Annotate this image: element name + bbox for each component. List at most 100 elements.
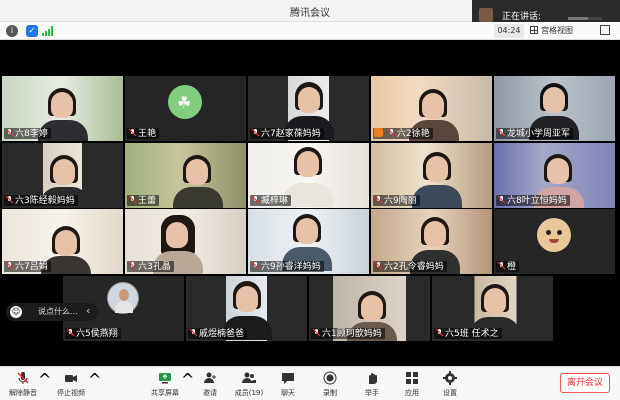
- mic-muted-icon: [128, 128, 137, 137]
- video-grid: 六8李婷 ☘ 王艳 六7赵家葆妈妈 六2徐艳 龙城小学周亚军 六3陈经毅妈妈 王…: [0, 40, 620, 366]
- participant-name: 六9陶丽: [373, 195, 420, 206]
- emoji-icon[interactable]: ☺: [10, 306, 22, 318]
- unmute-button[interactable]: 解除静音: [6, 370, 40, 398]
- video-tile[interactable]: 龙城小学周亚军: [494, 76, 615, 141]
- participant-name: 六7吕娟: [4, 261, 51, 272]
- photo-avatar: [107, 282, 139, 314]
- meeting-timer: 04:24: [494, 24, 524, 38]
- video-tile[interactable]: ☘ 王艳: [125, 76, 246, 141]
- share-options-chevron-icon[interactable]: ^: [181, 370, 194, 389]
- video-tile[interactable]: 六7吕娟: [2, 209, 123, 274]
- meeting-toolbar: 解除静音 ^ 停止视频 ^ 共享屏幕 ^ 邀请 成员(19) 聊天 录制 举手 …: [0, 366, 620, 400]
- chat-button[interactable]: 聊天: [276, 370, 300, 398]
- mic-muted-icon: [374, 195, 383, 204]
- speaking-level-bar: [568, 17, 602, 20]
- record-button[interactable]: 录制: [318, 370, 342, 398]
- participant-name: 橙: [496, 261, 520, 272]
- participant-name: 龙城小学周亚军: [496, 128, 574, 139]
- fullscreen-icon[interactable]: [600, 25, 610, 35]
- participant-name: 王艳: [127, 128, 160, 139]
- video-tile[interactable]: 六9陶丽: [371, 143, 492, 208]
- mic-muted-icon: [251, 195, 260, 204]
- video-tile[interactable]: 臧梓琳: [248, 143, 369, 208]
- grid-view-button[interactable]: 宫格视图: [530, 24, 573, 38]
- participant-name: 六8李婷: [4, 128, 51, 139]
- speaking-label: 正在讲话:: [502, 12, 542, 22]
- shield-icon[interactable]: ✓: [26, 25, 38, 37]
- mic-muted-icon: [497, 261, 506, 270]
- participant-name: 六7赵家葆妈妈: [250, 128, 324, 139]
- video-tile[interactable]: 六2孔令睿妈妈: [371, 209, 492, 274]
- mic-muted-icon: [128, 261, 137, 270]
- user-host-icon: [374, 128, 383, 137]
- cartoon-avatar: [537, 218, 571, 252]
- chat-input-pill[interactable]: ☺ 说点什么... ‹: [6, 303, 98, 321]
- mic-muted-icon: [5, 261, 14, 270]
- mic-muted-icon: [189, 328, 198, 337]
- video-tile[interactable]: 六8李婷: [2, 76, 123, 141]
- apps-button[interactable]: 应用: [400, 370, 424, 398]
- participant-name: 六5班 任术之: [434, 328, 502, 339]
- raise-hand-button[interactable]: 举手: [360, 370, 384, 398]
- mic-muted-icon: [374, 261, 383, 270]
- participant-name: 王蕾: [127, 195, 160, 206]
- participant-name: 六5侯燕翔: [65, 328, 121, 339]
- participant-name: 六2徐艳: [373, 128, 433, 139]
- camera-icon: [65, 375, 77, 382]
- hand-icon: [369, 373, 377, 384]
- participant-name: 臧梓琳: [250, 195, 292, 206]
- participant-name: 六1顾珂歆妈妈: [311, 328, 385, 339]
- participant-name: 六9孙睿洋妈妈: [250, 261, 324, 272]
- participant-name: 六3陈经毅妈妈: [4, 195, 78, 206]
- grid-view-label: 宫格视图: [541, 26, 573, 35]
- video-tile[interactable]: 六5班 任术之: [432, 276, 553, 341]
- participant-name: 戚煜楠爸爸: [188, 328, 248, 339]
- settings-button[interactable]: 设置: [438, 370, 462, 398]
- mic-muted-icon: [5, 195, 14, 204]
- mic-muted-icon: [497, 195, 506, 204]
- mic-muted-icon: [497, 128, 506, 137]
- mic-muted-icon: [17, 372, 29, 384]
- video-options-chevron-icon[interactable]: ^: [88, 370, 101, 389]
- mic-muted-icon: [435, 328, 444, 337]
- video-tile[interactable]: 六3孔晶: [125, 209, 246, 274]
- video-tile[interactable]: 六3陈经毅妈妈: [2, 143, 123, 208]
- video-tile[interactable]: 六9孙睿洋妈妈: [248, 209, 369, 274]
- chat-placeholder: 说点什么...: [38, 307, 78, 316]
- clover-avatar: ☘: [168, 85, 202, 119]
- mic-muted-icon: [251, 261, 260, 270]
- participant-name: 六8叶立恒妈妈: [496, 195, 570, 206]
- signal-icon[interactable]: [42, 26, 54, 36]
- participant-name: 六3孔晶: [127, 261, 174, 272]
- share-screen-button[interactable]: 共享屏幕: [148, 370, 182, 398]
- participant-name: 六2孔令睿妈妈: [373, 261, 447, 272]
- info-icon[interactable]: i: [6, 25, 18, 37]
- chat-icon: [282, 373, 294, 384]
- mic-muted-icon: [312, 328, 321, 337]
- users-icon: [242, 372, 256, 383]
- video-tile[interactable]: 六8叶立恒妈妈: [494, 143, 615, 208]
- video-tile[interactable]: 戚煜楠爸爸: [186, 276, 307, 341]
- stop-video-button[interactable]: 停止视频: [54, 370, 88, 398]
- gear-icon: [443, 371, 457, 385]
- members-button[interactable]: 成员(19): [232, 370, 266, 398]
- mic-muted-icon: [66, 328, 75, 337]
- video-tile[interactable]: 王蕾: [125, 143, 246, 208]
- mic-muted-icon: [251, 128, 260, 137]
- share-screen-icon: [159, 373, 171, 384]
- video-tile[interactable]: 六1顾珂歆妈妈: [309, 276, 430, 341]
- mic-muted-icon: [387, 128, 396, 137]
- collapse-chevron-icon[interactable]: ‹: [86, 304, 90, 317]
- add-user-icon: [204, 372, 216, 383]
- record-icon: [323, 371, 337, 385]
- video-tile[interactable]: 六7赵家葆妈妈: [248, 76, 369, 141]
- leave-meeting-button[interactable]: 离开会议: [560, 373, 610, 393]
- speaker-avatar: [479, 8, 493, 22]
- meeting-infobar: i ✓ 04:24 宫格视图: [0, 22, 620, 40]
- audio-options-chevron-icon[interactable]: ^: [38, 370, 51, 389]
- invite-button[interactable]: 邀请: [198, 370, 222, 398]
- grid-icon: [530, 26, 538, 34]
- video-tile[interactable]: 六2徐艳: [371, 76, 492, 141]
- mic-muted-icon: [128, 195, 137, 204]
- video-tile[interactable]: 橙: [494, 209, 615, 274]
